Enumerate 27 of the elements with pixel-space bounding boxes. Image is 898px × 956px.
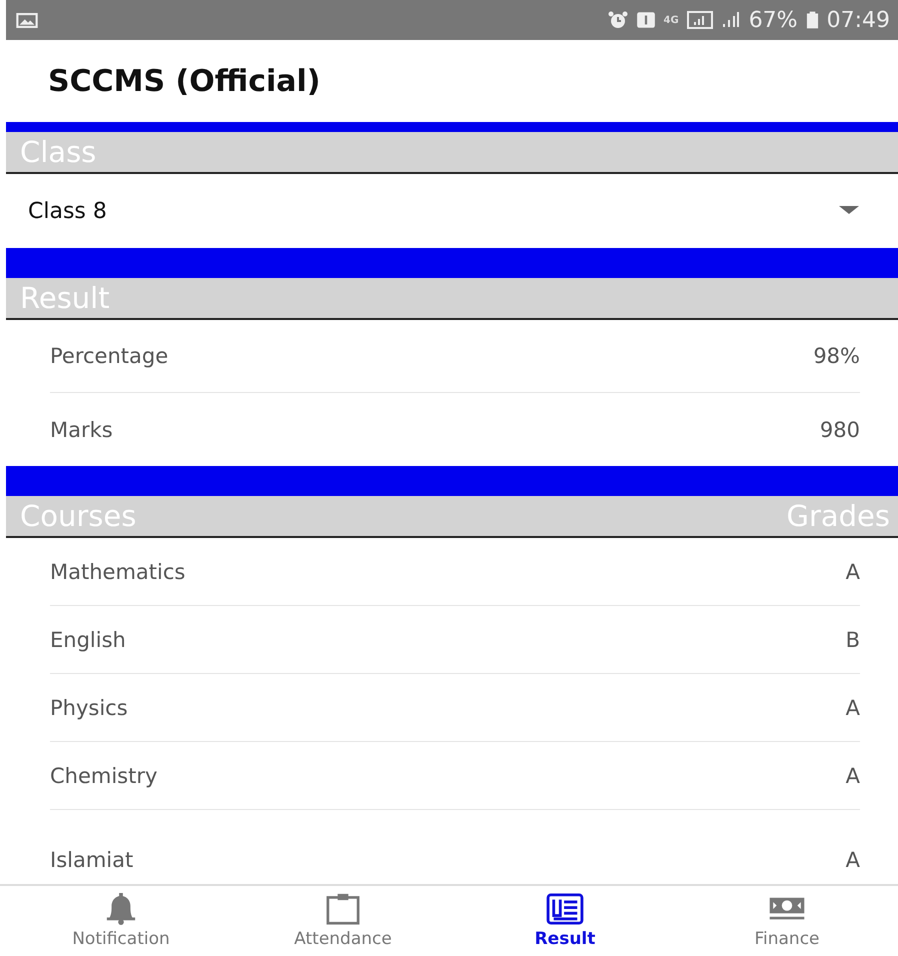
signal-icon	[720, 11, 741, 29]
battery-percentage: 67%	[748, 8, 798, 32]
sim-card-icon	[636, 11, 656, 29]
image-icon	[16, 12, 38, 28]
course-name: Chemistry	[50, 764, 158, 788]
course-name: Physics	[50, 696, 128, 720]
result-value: 980	[820, 418, 860, 442]
result-label: Marks	[50, 418, 113, 442]
clipboard-icon	[324, 893, 362, 925]
course-grade: A	[846, 848, 860, 872]
course-grade: A	[846, 696, 860, 720]
clock-time: 07:49	[826, 8, 890, 32]
app-title: SCCMS (Official)	[48, 64, 321, 98]
course-name: English	[50, 628, 126, 652]
battery-icon	[806, 11, 819, 29]
result-value: 98%	[813, 344, 860, 368]
document-icon	[546, 893, 584, 925]
course-grade: B	[846, 628, 860, 652]
network-type: 4G	[664, 14, 679, 26]
course-name: Islamiat	[50, 848, 134, 872]
course-grade: A	[846, 764, 860, 788]
result-label: Percentage	[50, 344, 168, 368]
signal-icon	[686, 11, 713, 29]
alarm-icon	[608, 11, 628, 29]
course-grade: A	[846, 560, 860, 584]
course-name: Mathematics	[50, 560, 186, 584]
caret-icon	[838, 206, 860, 216]
